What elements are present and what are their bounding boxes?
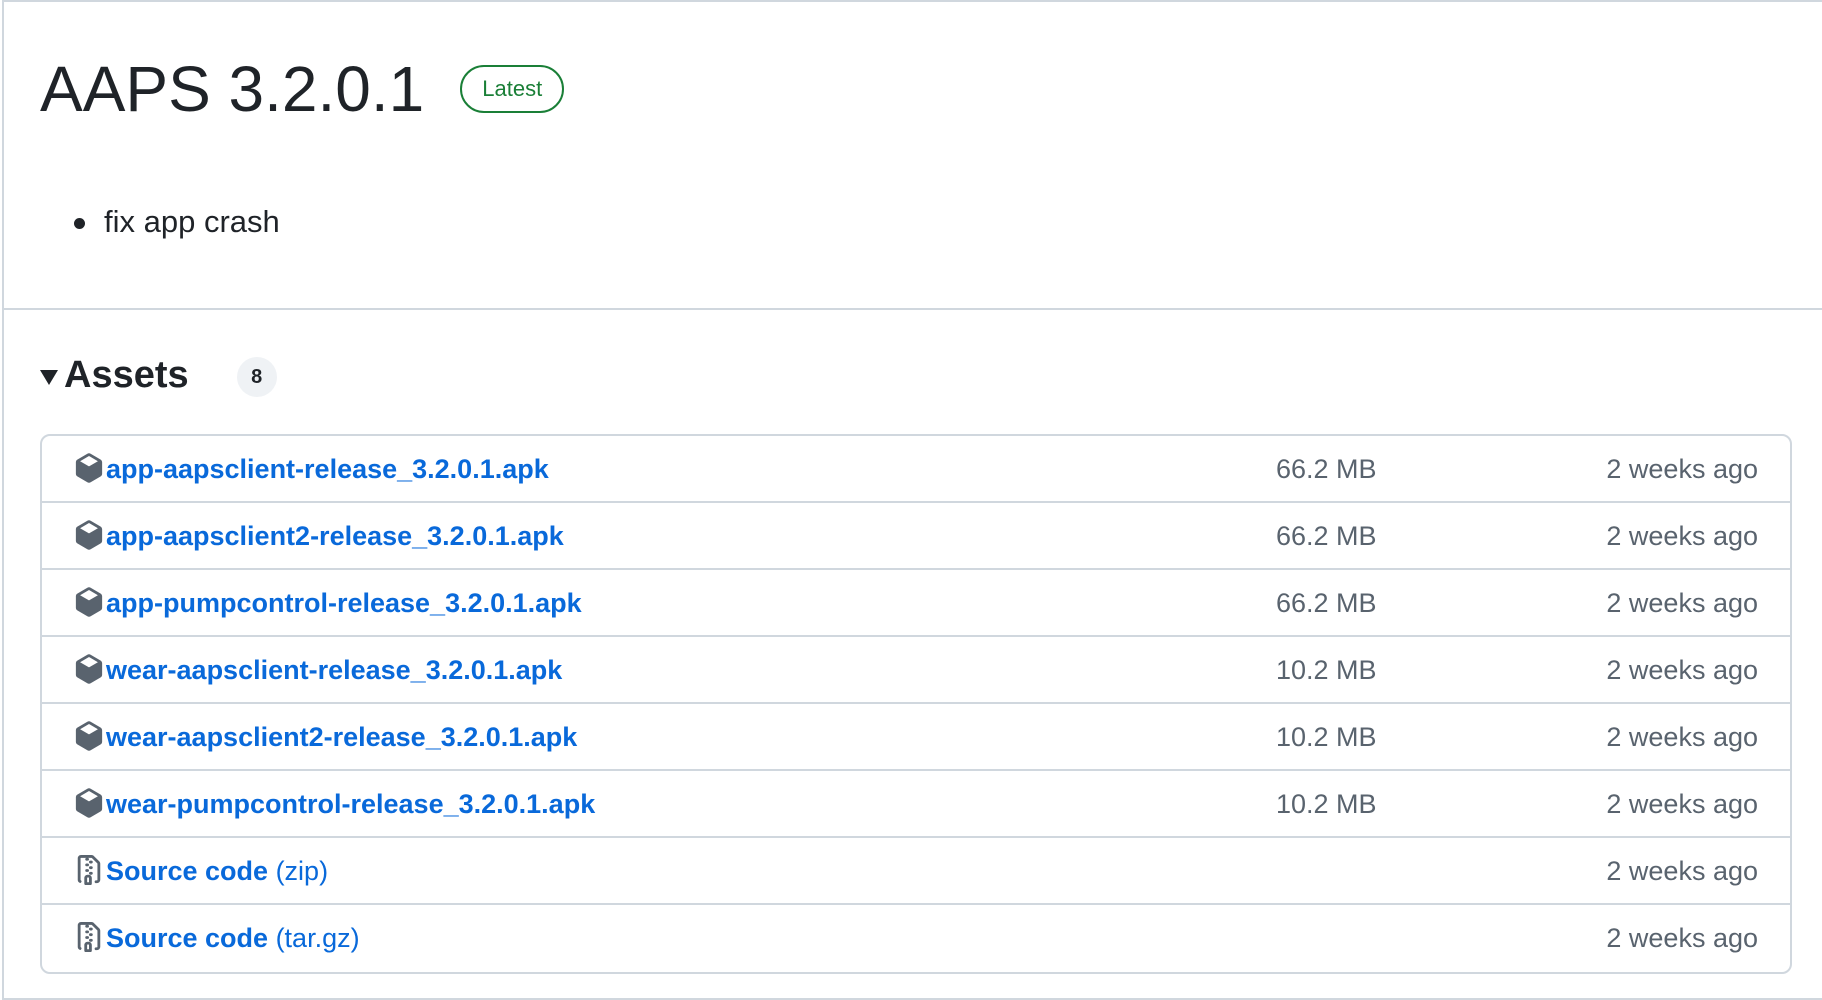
assets-heading: Assets (64, 354, 189, 396)
asset-download-link[interactable]: wear-aapsclient-release_3.2.0.1.apk (106, 637, 562, 704)
release-card: AAPS 3.2.0.1 Latest fix app crash Assets… (2, 0, 1822, 1000)
package-icon (74, 787, 104, 819)
asset-size: 10.2 MB (1276, 789, 1377, 819)
package-icon (74, 586, 104, 618)
asset-timestamp: 2 weeks ago (1606, 923, 1758, 953)
asset-row: wear-aapsclient-release_3.2.0.1.apk 10.2… (42, 637, 1790, 704)
caret-down-icon (40, 369, 58, 385)
asset-timestamp: 2 weeks ago (1606, 789, 1758, 819)
package-icon (74, 519, 104, 551)
asset-row: Source code (zip) 2 weeks ago (42, 838, 1790, 905)
asset-row: app-pumpcontrol-release_3.2.0.1.apk 66.2… (42, 570, 1790, 637)
release-header: AAPS 3.2.0.1 Latest fix app crash (4, 2, 1822, 310)
asset-row: Source code (tar.gz) 2 weeks ago (42, 905, 1790, 972)
asset-size: 66.2 MB (1276, 521, 1377, 551)
asset-row: app-aapsclient2-release_3.2.0.1.apk 66.2… (42, 503, 1790, 570)
asset-size: 66.2 MB (1276, 588, 1377, 618)
release-notes: fix app crash (74, 198, 280, 246)
package-icon (74, 653, 104, 685)
assets-count-badge: 8 (236, 357, 277, 397)
assets-list: app-aapsclient-release_3.2.0.1.apk 66.2 … (40, 434, 1792, 974)
asset-timestamp: 2 weeks ago (1606, 588, 1758, 618)
asset-timestamp: 2 weeks ago (1606, 655, 1758, 685)
package-icon (74, 452, 104, 484)
source-code-targz-link[interactable]: Source code (tar.gz) (106, 905, 360, 972)
file-zip-icon (74, 921, 104, 953)
asset-download-link[interactable]: wear-pumpcontrol-release_3.2.0.1.apk (106, 771, 595, 838)
asset-timestamp: 2 weeks ago (1606, 454, 1758, 484)
source-code-zip-link[interactable]: Source code (zip) (106, 838, 328, 905)
asset-row: wear-aapsclient2-release_3.2.0.1.apk 10.… (42, 704, 1790, 771)
latest-badge: Latest (460, 65, 565, 113)
asset-download-link[interactable]: wear-aapsclient2-release_3.2.0.1.apk (106, 704, 577, 771)
release-title: AAPS 3.2.0.1 (40, 53, 425, 125)
asset-timestamp: 2 weeks ago (1606, 722, 1758, 752)
asset-size: 10.2 MB (1276, 722, 1377, 752)
package-icon (74, 720, 104, 752)
asset-download-link[interactable]: app-pumpcontrol-release_3.2.0.1.apk (106, 570, 582, 637)
asset-size: 10.2 MB (1276, 655, 1377, 685)
asset-download-link[interactable]: app-aapsclient2-release_3.2.0.1.apk (106, 503, 564, 570)
asset-size: 66.2 MB (1276, 454, 1377, 484)
release-note-item: fix app crash (74, 198, 280, 246)
assets-toggle[interactable]: Assets 8 (40, 350, 277, 400)
asset-timestamp: 2 weeks ago (1606, 521, 1758, 551)
asset-timestamp: 2 weeks ago (1606, 856, 1758, 886)
asset-row: wear-pumpcontrol-release_3.2.0.1.apk 10.… (42, 771, 1790, 838)
file-zip-icon (74, 854, 104, 886)
asset-download-link[interactable]: app-aapsclient-release_3.2.0.1.apk (106, 436, 549, 503)
release-title-row: AAPS 3.2.0.1 Latest (40, 44, 565, 134)
asset-row: app-aapsclient-release_3.2.0.1.apk 66.2 … (42, 436, 1790, 503)
